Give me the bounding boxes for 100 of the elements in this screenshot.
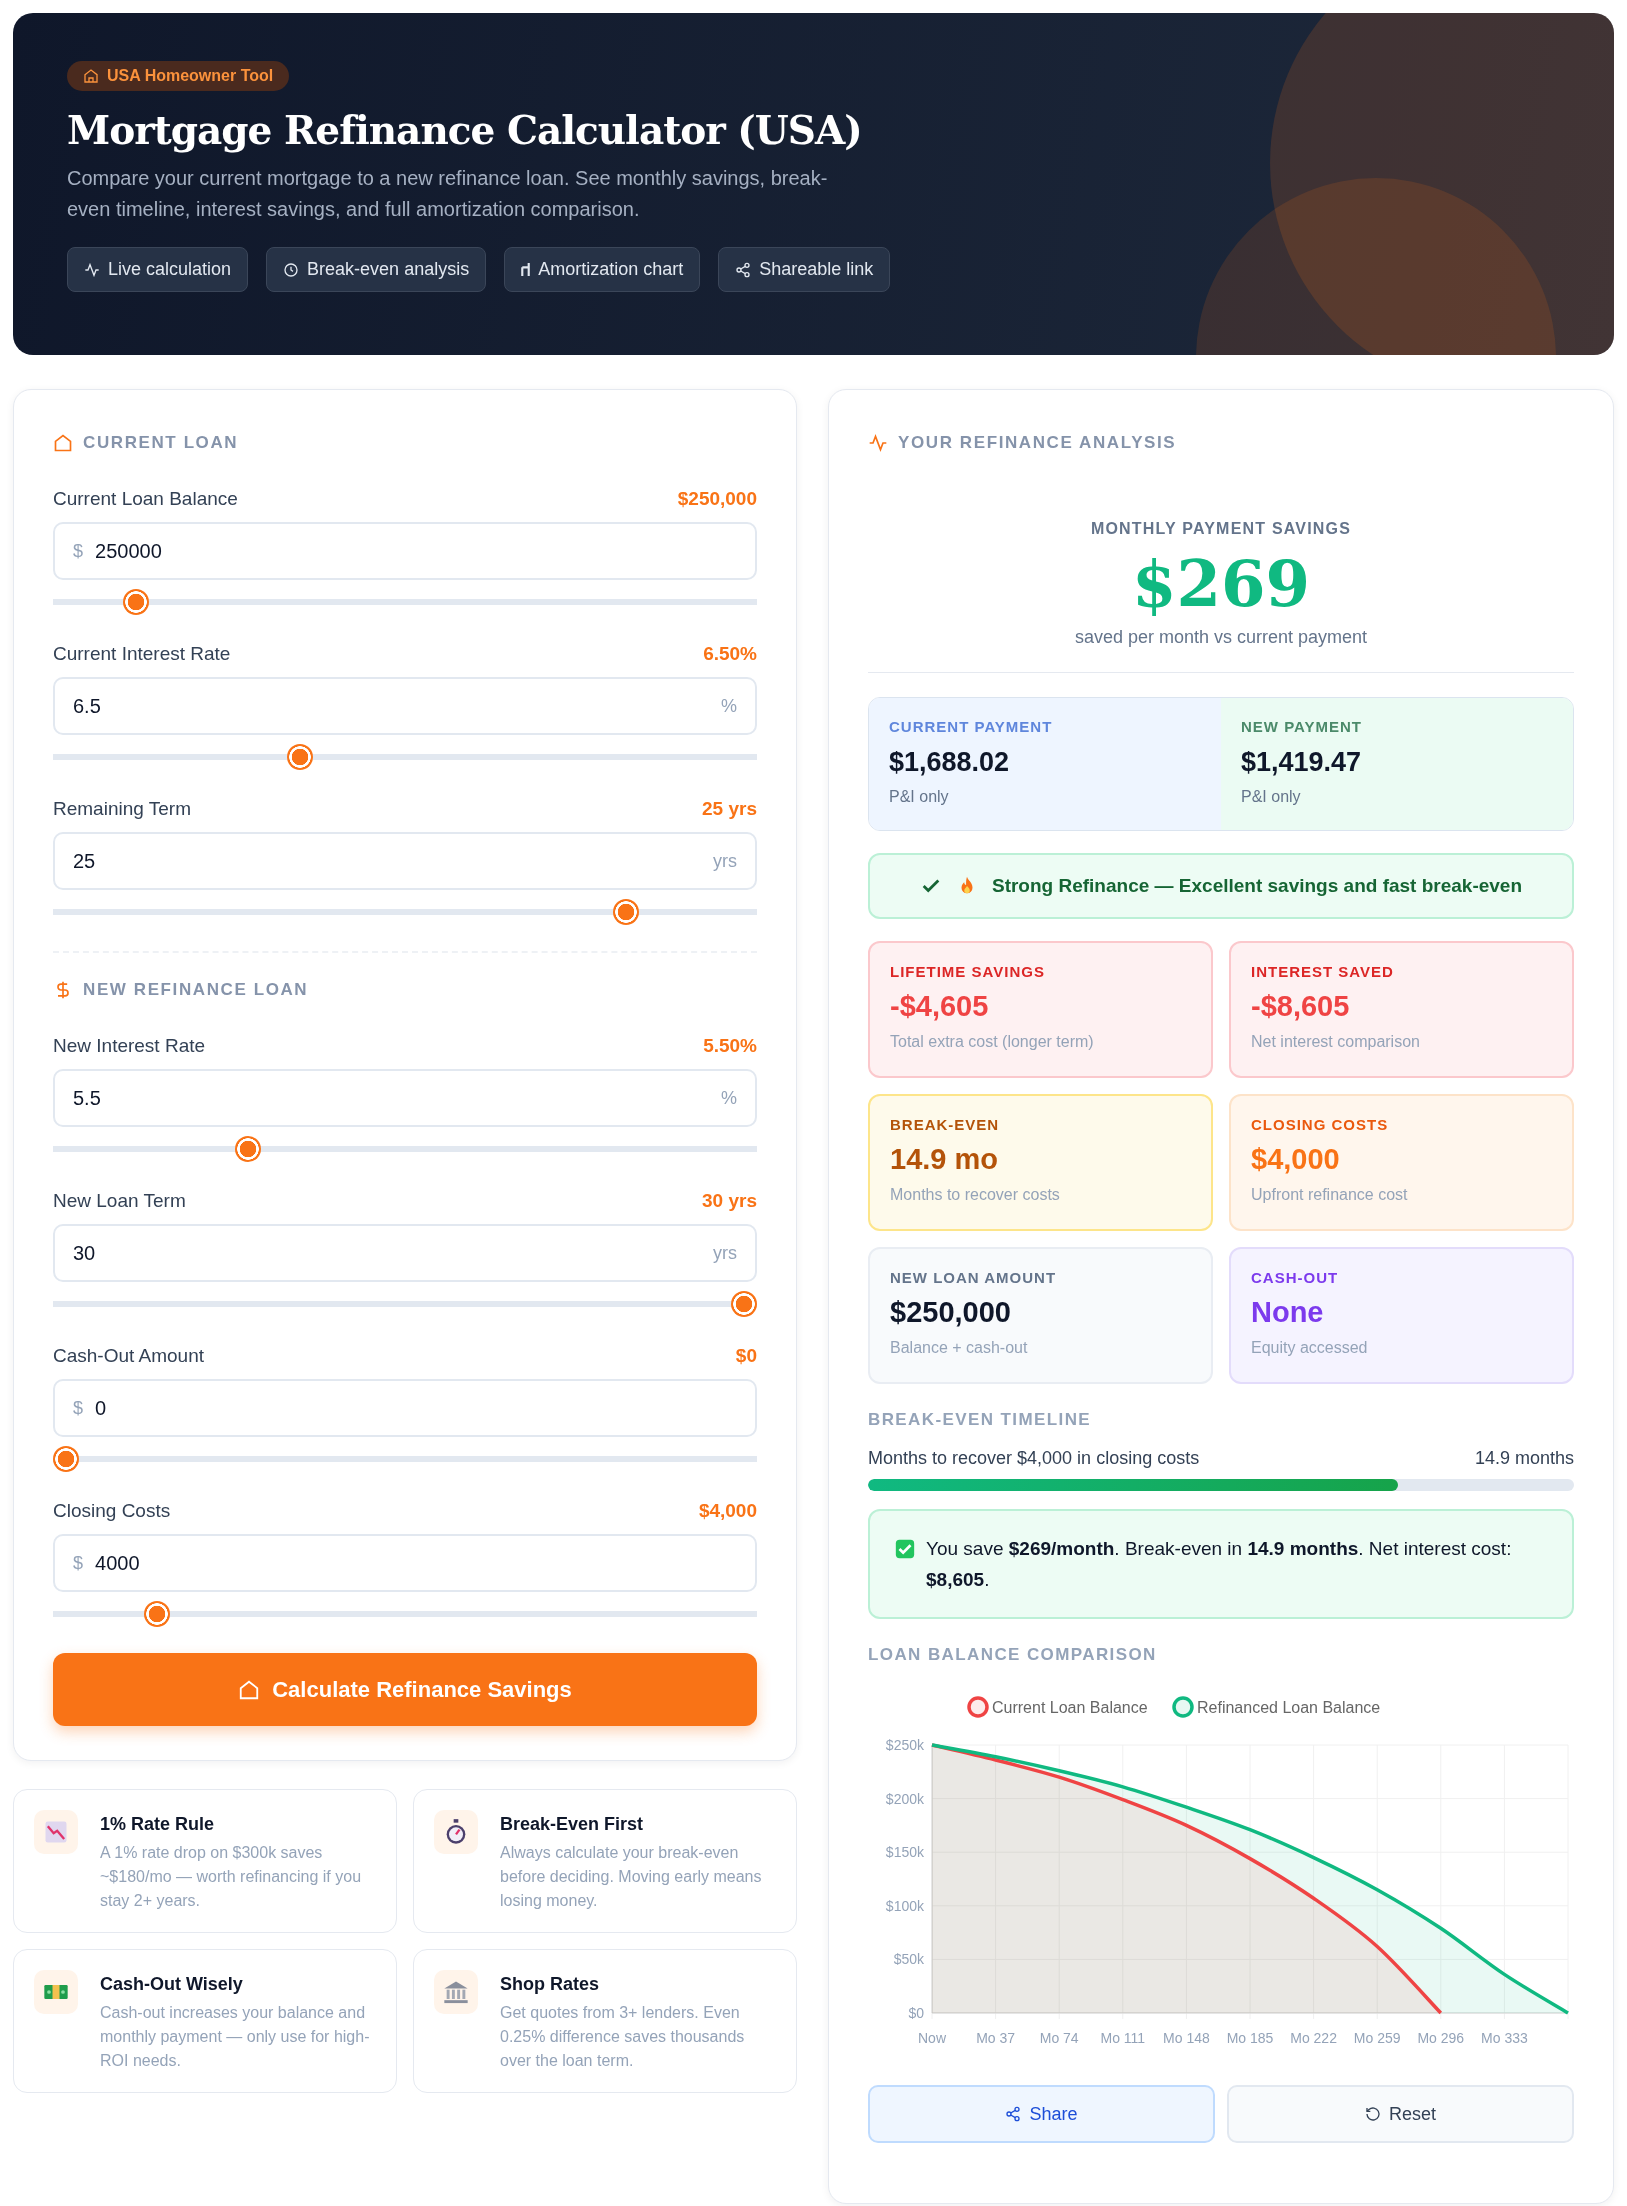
axis-label: $50k (893, 1951, 924, 1968)
field-label: New Loan Term (53, 1190, 186, 1212)
input-field[interactable]: 5.5 % (53, 1069, 757, 1127)
stat-note: Upfront refinance cost (1251, 1186, 1409, 1204)
stat-label: BREAK-EVEN (890, 1116, 1001, 1133)
tip-text: Always calculate your break-even before deciding. Moving early means losing money. (500, 1843, 763, 1911)
progress-reading: 14.9 months (1474, 1448, 1574, 1469)
stat-label: CLOSING COSTS (1251, 1116, 1390, 1133)
unit-suffix: yrs (713, 1242, 737, 1264)
slider-thumb[interactable] (731, 1291, 757, 1317)
axis-label: Mo 74 (1039, 2030, 1079, 2046)
payment-note: P&I only (889, 788, 950, 806)
share-icon (1005, 2106, 1022, 2122)
tip-title: Cash-Out Wisely (100, 1974, 244, 1995)
payment-label: NEW PAYMENT (1241, 718, 1363, 735)
field-label: Cash-Out Amount (53, 1345, 205, 1367)
stat-value: 14.9 mo (890, 1143, 999, 1176)
pulse-icon (84, 261, 100, 278)
stat-note: Total extra cost (longer term) (890, 1033, 1095, 1051)
stat-label: INTEREST SAVED (1251, 963, 1395, 980)
house-icon (83, 68, 99, 84)
section-title: NEW REFINANCE LOAN (83, 980, 309, 1000)
chip-label: Break-even analysis (307, 259, 470, 280)
slider-thumb[interactable] (286, 744, 313, 770)
axis-label: $250k (885, 1737, 924, 1753)
payment-label: CURRENT PAYMENT (889, 718, 1054, 735)
field-reading: 25 yrs (702, 798, 757, 820)
slider-thumb[interactable] (613, 899, 639, 925)
share-button[interactable]: Share (868, 2085, 1215, 2143)
tip-text: Cash-out increases your balance and monthly payment — only use for high-ROI needs. (100, 2003, 371, 2071)
input-value: 30 (73, 1241, 97, 1265)
badge-label: USA Homeowner Tool (107, 67, 274, 85)
slider-thumb[interactable] (143, 1601, 170, 1627)
field-reading: 5.50% (703, 1035, 757, 1057)
payment-note: P&I only (1241, 788, 1302, 806)
check-box-icon (894, 1538, 916, 1560)
tip-title: Shop Rates (500, 1974, 601, 1995)
stat-note: Net interest comparison (1251, 1033, 1421, 1051)
unit-prefix: $ (73, 1397, 83, 1419)
stat-value: $4,000 (1251, 1143, 1341, 1176)
payment-value: $1,688.02 (889, 747, 1011, 778)
field-reading: 6.50% (703, 643, 757, 665)
house-icon (238, 1678, 261, 1701)
input-field[interactable]: 30 yrs (53, 1224, 757, 1282)
stat-value: None (1251, 1296, 1325, 1329)
input-value: 250000 (95, 539, 163, 563)
section-title: BREAK-EVEN TIMELINE (868, 1410, 1093, 1430)
house-icon (53, 433, 73, 453)
unit-suffix: % (721, 1087, 737, 1109)
tip-text: A 1% rate drop on $300k saves ~$180/mo — worth refinancing if you stay 2+ years. (100, 1843, 363, 1911)
field-label: New Interest Rate (53, 1035, 206, 1057)
unit-suffix: yrs (713, 850, 737, 872)
chip-label: Live calculation (108, 259, 232, 280)
unit-prefix: $ (73, 1552, 83, 1574)
chip-label: Amortization chart (538, 259, 684, 280)
axis-label: Mo 222 (1290, 2030, 1337, 2046)
summary-text: You save $269/month. Break-even in 14.9 months. Net interest cost: $8,605. (926, 1537, 1513, 1592)
input-field[interactable]: 6.5 % (53, 677, 757, 735)
savings-caption: saved per month vs current payment (1073, 627, 1369, 648)
reset-icon (1365, 2106, 1381, 2122)
axis-label: Now (918, 2030, 946, 2046)
input-value: 25 (73, 849, 97, 873)
legend-label: Refinanced Loan Balance (1197, 1699, 1381, 1716)
pulse-icon (868, 433, 888, 453)
field-label: Current Interest Rate (53, 643, 231, 665)
stat-label: NEW LOAN AMOUNT (890, 1269, 1058, 1286)
slider-thumb[interactable] (235, 1136, 262, 1162)
field-reading: 30 yrs (702, 1190, 757, 1212)
input-value: 4000 (95, 1551, 141, 1575)
slider-thumb[interactable] (122, 589, 149, 615)
axis-label: Mo 148 (1163, 2030, 1210, 2046)
reset-button[interactable]: Reset (1227, 2085, 1574, 2143)
share-icon (735, 261, 752, 278)
stat-label: LIFETIME SAVINGS (890, 963, 1046, 980)
legend-marker (967, 1696, 989, 1718)
stat-note: Months to recover costs (890, 1186, 1061, 1204)
input-value: 5.5 (73, 1086, 102, 1110)
stat-note: Equity accessed (1251, 1339, 1369, 1357)
savings-value: $269 (1130, 546, 1312, 621)
input-field[interactable]: $ 4000 (53, 1534, 757, 1592)
section-title: CURRENT LOAN (83, 433, 239, 453)
legend-marker (1172, 1696, 1194, 1718)
axis-label: Mo 37 (976, 2030, 1016, 2046)
input-field[interactable]: $ 0 (53, 1379, 757, 1437)
savings-label: MONTHLY PAYMENT SAVINGS (1089, 520, 1353, 538)
clock-icon (283, 261, 300, 278)
chip-label: Shareable link (759, 259, 874, 280)
axis-label: Mo 259 (1353, 2030, 1401, 2046)
slider-thumb[interactable] (53, 1446, 79, 1472)
axis-label: $0 (908, 2005, 924, 2021)
input-field[interactable]: $ 250000 (53, 522, 757, 580)
field-label: Closing Costs (53, 1500, 171, 1522)
legend-label: Current Loan Balance (992, 1699, 1148, 1716)
input-field[interactable]: 25 yrs (53, 832, 757, 890)
axis-label: Mo 333 (1481, 2030, 1528, 2046)
input-value: 0 (95, 1396, 108, 1420)
payment-value: $1,419.47 (1241, 747, 1363, 778)
stat-note: Balance + cash-out (890, 1339, 1029, 1357)
input-value: 6.5 (73, 694, 102, 718)
tip-text: Get quotes from 3+ lenders. Even 0.25% difference saves thousands over the loan term. (500, 2003, 746, 2071)
